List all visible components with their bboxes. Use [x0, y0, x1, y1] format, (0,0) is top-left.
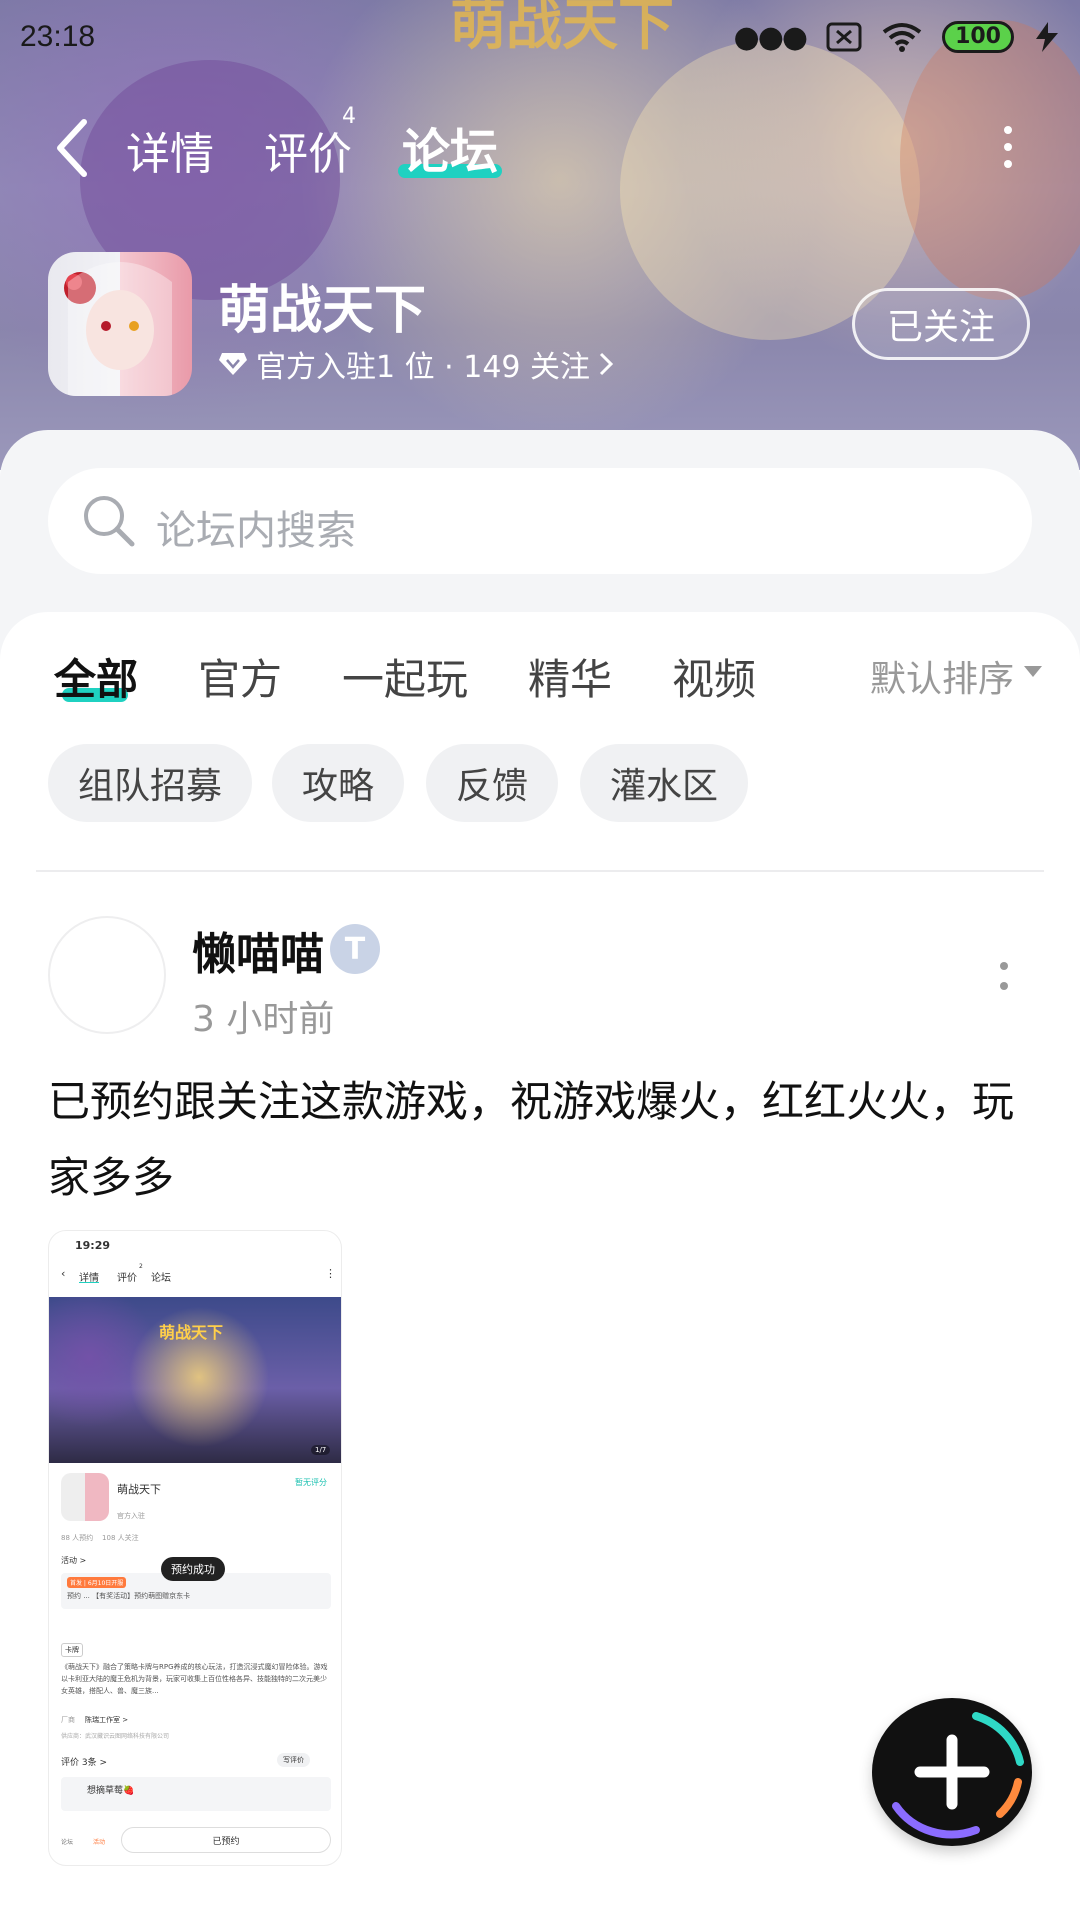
feed-tab-video[interactable]: 视频: [672, 646, 756, 707]
thumb-bottom-forum: 论坛: [61, 1839, 74, 1846]
chip-guide[interactable]: 攻略: [272, 744, 404, 822]
post-time: 3 小时前: [192, 999, 335, 1040]
thumb-maker: 陈瑞工作室 >: [85, 1716, 129, 1724]
thumb-tab-reviews: 评价: [117, 1273, 137, 1284]
feed-tab-featured[interactable]: 精华: [528, 646, 612, 707]
thumb-write-review: 写评价: [277, 1753, 310, 1767]
thumb-status-time: 19:29: [75, 1239, 111, 1252]
search-icon: [84, 496, 135, 547]
chevron-right-icon: [599, 352, 614, 376]
thumb-reserved-button: 已预约: [121, 1827, 331, 1853]
game-meta-text: 官方入驻1 位 · 149 关注: [256, 350, 591, 385]
chip-team-recruit[interactable]: 组队招募: [48, 744, 252, 822]
thumb-pager: 1/7: [311, 1445, 331, 1455]
thumb-reviewer: 想摘草莓🍓: [87, 1786, 135, 1796]
thumb-tab-details: 详情: [79, 1273, 99, 1284]
more-dots-icon: ●●●: [733, 19, 809, 55]
post-author[interactable]: 懒喵喵: [192, 918, 324, 982]
game-icon-art: [64, 262, 172, 396]
search-placeholder: 论坛内搜索: [156, 508, 356, 554]
divider: [36, 870, 1044, 872]
status-icons: ●●● 100: [734, 20, 1060, 55]
diamond-icon: [219, 353, 247, 375]
more-vertical-icon[interactable]: [998, 124, 1018, 170]
game-meta-link[interactable]: 官方入驻1 位 · 149 关注: [218, 342, 614, 386]
thumb-official: 官方入驻: [117, 1512, 145, 1520]
thumb-activity-text: 预约 ... 【有奖活动】预约萌图赠京东卡: [67, 1592, 191, 1600]
sim-off-icon: [826, 22, 862, 52]
feed-tab-play-together[interactable]: 一起玩: [342, 646, 468, 707]
thumb-bottom-activity: 活动: [93, 1839, 106, 1846]
caret-down-icon: [1024, 666, 1042, 677]
chip-feedback[interactable]: 反馈: [426, 744, 558, 822]
thumb-tab-badge: 2: [139, 1263, 143, 1270]
wifi-icon: [882, 23, 922, 52]
back-arrow-icon[interactable]: [52, 118, 92, 178]
user-level-badge-icon: T: [330, 924, 380, 974]
thumb-game-name: 萌战天下: [117, 1483, 161, 1496]
tab-reviews[interactable]: 评价: [264, 118, 352, 182]
thumb-publisher: 供应商：武汉藏识云图网络科技有限公司: [61, 1733, 170, 1740]
new-post-button[interactable]: [872, 1698, 1032, 1846]
feed-tab-all[interactable]: 全部: [54, 646, 138, 707]
tab-reviews-count: 4: [342, 104, 356, 129]
thumb-banner-logo: 萌战天下: [159, 1323, 224, 1342]
tab-forum[interactable]: 论坛: [402, 112, 498, 182]
game-title: 萌战天下: [218, 281, 427, 341]
thumb-description: 《萌战天下》融合了策略卡牌与RPG养成的核心玩法，打造沉浸式魔幻冒险体验。游戏以…: [61, 1663, 328, 1695]
thumb-more-icon: ⋮: [325, 1267, 336, 1280]
thumb-game-icon: [61, 1473, 109, 1521]
tab-details[interactable]: 详情: [126, 118, 214, 182]
search-input[interactable]: 论坛内搜索: [48, 468, 1032, 574]
feed-tab-official[interactable]: 官方: [198, 646, 282, 707]
thumb-tag: 卡牌: [61, 1643, 83, 1657]
plus-icon: [892, 1712, 1024, 1839]
follow-button[interactable]: 已关注: [852, 288, 1030, 360]
battery-indicator: 100: [942, 21, 1014, 53]
sort-dropdown[interactable]: 默认排序: [870, 650, 1014, 702]
post-content[interactable]: 已预约跟关注这款游戏，祝游戏爆火，红红火火，玩家多多: [48, 1064, 1038, 1216]
thumb-toast: 预约成功: [161, 1557, 225, 1581]
post-image[interactable]: 19:29 ‹ 详情 评价 2 论坛 ⋮ 萌战天下 1/7 萌战天下 暂无评分 …: [48, 1230, 342, 1866]
thumb-maker-label: 厂商: [61, 1716, 75, 1724]
thumb-reviews: 评价 3条 >: [61, 1758, 107, 1768]
thumb-stats: 88 人预约 108 人关注: [61, 1534, 139, 1542]
thumb-activity: 活动 >: [61, 1556, 87, 1565]
post-more-icon[interactable]: [994, 958, 1014, 998]
thumb-tab-forum: 论坛: [151, 1273, 171, 1284]
game-icon[interactable]: [48, 252, 192, 396]
charging-icon: [1036, 22, 1058, 52]
status-bar: 23:18 ●●● 100: [0, 0, 1080, 74]
thumb-activity-tag: 首发 | 6月10日开服: [67, 1577, 127, 1588]
status-time: 23:18: [20, 20, 96, 53]
thumb-no-rating: 暂无评分: [295, 1478, 327, 1487]
avatar[interactable]: [48, 916, 166, 1034]
chip-casual-chat[interactable]: 灌水区: [580, 744, 748, 822]
thumb-back-icon: ‹: [61, 1267, 66, 1280]
